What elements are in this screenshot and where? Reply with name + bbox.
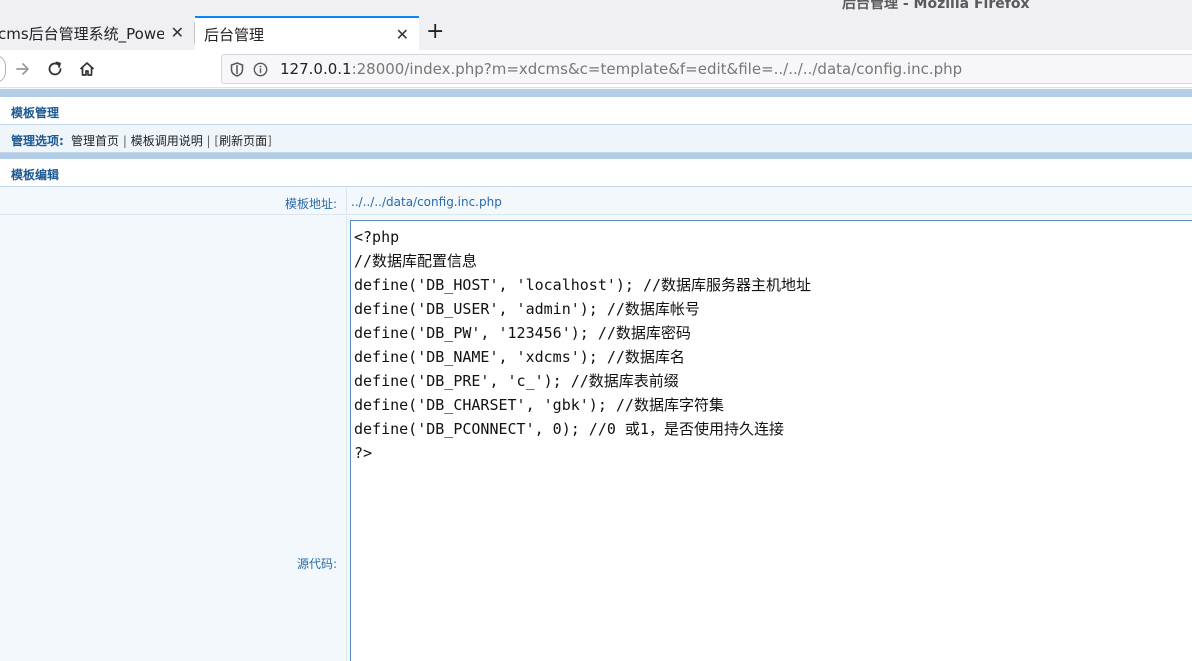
source-code-row: 源代码: <?php //数据库配置信息 define('DB_HOST', '…: [0, 216, 1192, 661]
section-title: 模板编辑: [11, 168, 60, 182]
options-links: 管理首页 | 模板调用说明 | [刷新页面]: [71, 132, 272, 149]
cell-divider: [346, 216, 347, 661]
refresh-page-link[interactable]: 刷新页面: [219, 134, 267, 148]
template-address-value: ../../../data/config.inc.php: [351, 195, 502, 209]
section-header-template-edit: 模板编辑: [0, 159, 1192, 187]
template-address-row: 模板地址: ../../../data/config.inc.php: [0, 187, 1192, 215]
admin-page: 模板管理 管理选项: 管理首页 | 模板调用说明 | [刷新页面] 模板编辑 模…: [0, 97, 1192, 661]
tab-admin-active[interactable]: 后台管理 ✕: [195, 16, 419, 50]
url-bar[interactable]: 127.0.0.1:28000/index.php?m=xdcms&c=temp…: [221, 54, 1192, 84]
forward-button[interactable]: [9, 55, 37, 83]
tab-label: 后台管理: [204, 25, 265, 44]
section-header-template-manage: 模板管理: [0, 97, 1192, 125]
home-icon: [79, 62, 95, 76]
source-code-editor[interactable]: <?php //数据库配置信息 define('DB_HOST', 'local…: [350, 220, 1192, 661]
home-button[interactable]: [73, 55, 101, 83]
url-host: 127.0.0.1: [280, 60, 352, 78]
url-text[interactable]: 127.0.0.1:28000/index.php?m=xdcms&c=temp…: [280, 60, 962, 78]
template-address-label: 模板地址:: [284, 197, 337, 211]
forward-arrow-icon: [16, 63, 29, 75]
template-help-link[interactable]: 模板调用说明: [131, 134, 203, 148]
window-title: 后台管理 - Mozilla Firefox: [842, 0, 1030, 12]
cell-divider: [346, 187, 347, 214]
tab-close-icon[interactable]: ✕: [396, 25, 409, 44]
reload-icon: [48, 61, 62, 76]
tracking-shield-icon[interactable]: [229, 61, 245, 77]
page-top-strip: [0, 89, 1192, 97]
separator: | [: [202, 134, 220, 148]
options-label: 管理选项:: [11, 134, 64, 148]
tab-xdcms-admin[interactable]: cms后台管理系统_Power ✕: [0, 16, 194, 50]
source-code-label: 源代码:: [296, 557, 337, 571]
back-button[interactable]: [0, 55, 6, 83]
new-tab-button[interactable]: +: [426, 20, 444, 44]
section-title: 模板管理: [11, 106, 60, 120]
url-path: :28000/index.php?m=xdcms&c=template&f=ed…: [351, 60, 963, 78]
manage-home-link[interactable]: 管理首页: [71, 134, 119, 148]
navigation-toolbar: 127.0.0.1:28000/index.php?m=xdcms&c=temp…: [0, 50, 1192, 88]
tab-close-icon[interactable]: ✕: [171, 23, 184, 42]
tab-label: cms后台管理系统_Power: [0, 24, 164, 43]
site-info-icon[interactable]: [252, 61, 268, 77]
separator: ]: [267, 134, 272, 148]
separator: |: [119, 134, 131, 148]
browser-titlebar: 后台管理 - Mozilla Firefox cms后台管理系统_Power ✕…: [0, 0, 1192, 50]
reload-button[interactable]: [41, 55, 69, 83]
options-row: 管理选项: 管理首页 | 模板调用说明 | [刷新页面]: [0, 125, 1192, 153]
